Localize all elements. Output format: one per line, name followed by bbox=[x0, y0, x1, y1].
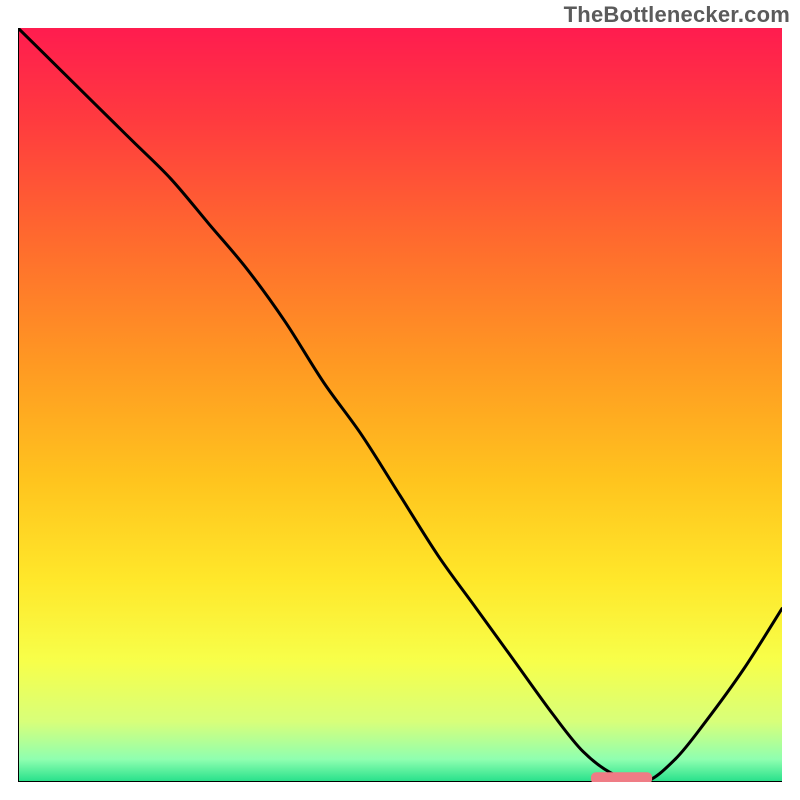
optimal-marker bbox=[591, 772, 652, 782]
attribution-label: TheBottlenecker.com bbox=[564, 2, 790, 28]
plot-area bbox=[18, 28, 782, 782]
bottleneck-curve-chart bbox=[18, 28, 782, 782]
chart-stage: TheBottlenecker.com bbox=[0, 0, 800, 800]
